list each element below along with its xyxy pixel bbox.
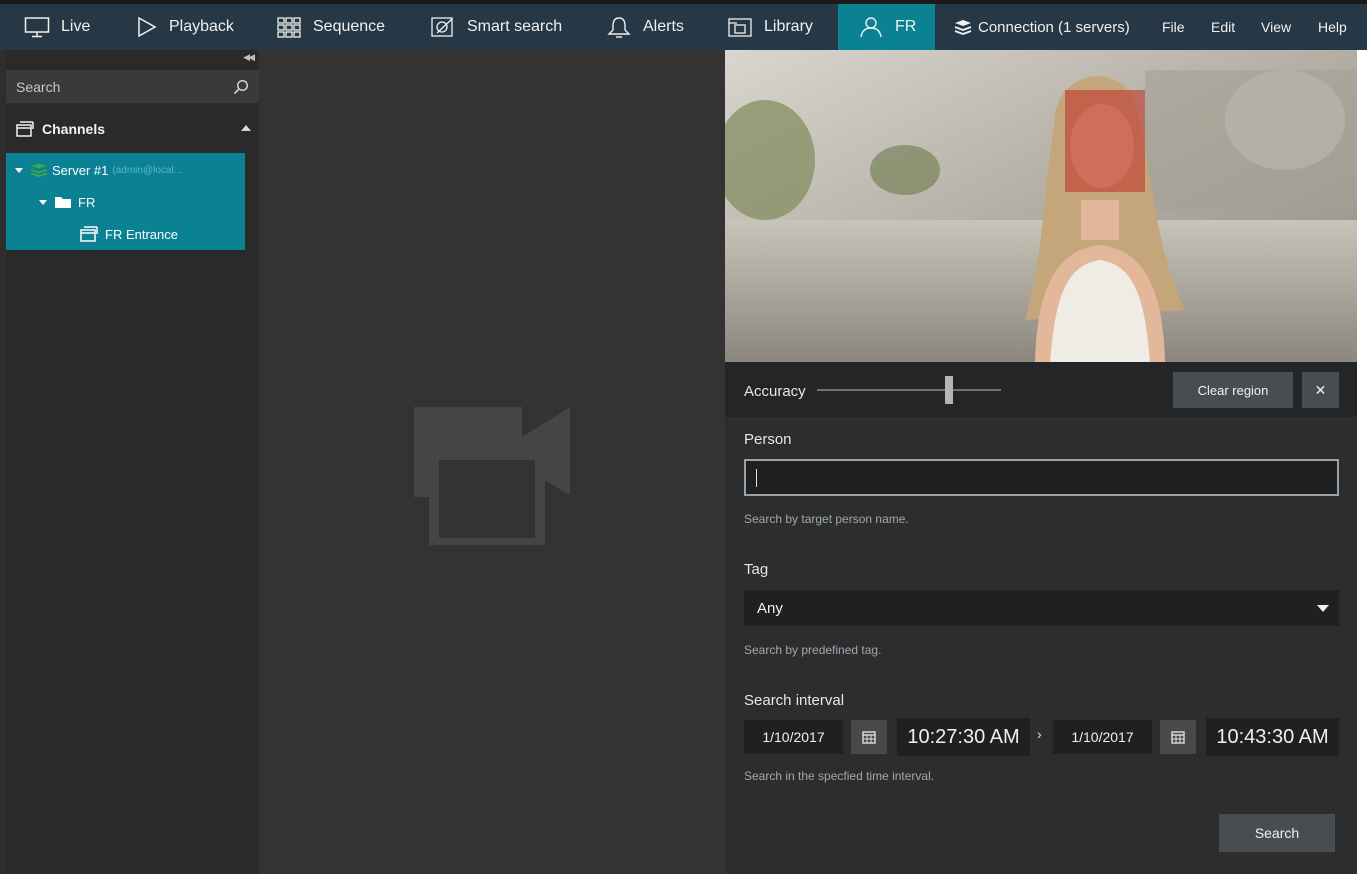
nav-smart-search[interactable]: Smart search <box>430 4 562 50</box>
play-icon <box>138 16 157 38</box>
calendar-icon <box>862 731 876 744</box>
nav-smart-search-label: Smart search <box>467 18 563 35</box>
interval-arrow-icon: › <box>1037 726 1042 742</box>
search-icon[interactable] <box>233 79 249 95</box>
app-window: Live Playback Sequence Smart search Aler… <box>0 0 1367 874</box>
expand-folder-icon[interactable] <box>39 199 47 205</box>
library-icon <box>728 18 752 37</box>
accuracy-slider[interactable] <box>817 389 1001 391</box>
top-navigation-bar: Live Playback Sequence Smart search Aler… <box>0 0 1367 50</box>
no-video-camera-icon <box>414 407 570 545</box>
accuracy-slider-handle[interactable] <box>945 376 954 404</box>
collapse-sidebar-icon[interactable]: ◀◀ <box>243 52 255 63</box>
nav-playback[interactable]: Playback <box>136 4 234 50</box>
menu-help[interactable]: Help <box>1318 4 1347 50</box>
folder-name: FR <box>78 194 96 210</box>
tag-selected-value: Any <box>757 600 783 617</box>
nav-fr-label: FR <box>895 18 917 35</box>
start-calendar-button[interactable] <box>851 720 887 754</box>
layers-icon <box>954 20 972 35</box>
camera-scene-image <box>725 50 1357 362</box>
end-date-input[interactable]: 1/10/2017 <box>1053 720 1152 754</box>
bell-icon <box>607 17 631 38</box>
monitor-icon <box>24 17 50 38</box>
tag-label: Tag <box>744 561 769 578</box>
nav-live[interactable]: Live <box>24 4 90 50</box>
text-cursor <box>756 469 757 487</box>
channels-label: Channels <box>42 121 106 137</box>
nav-playback-label: Playback <box>169 18 234 35</box>
nav-live-label: Live <box>61 18 91 35</box>
accuracy-toolbar: Accuracy Clear region ✕ <box>725 362 1357 417</box>
search-interval-label: Search interval <box>744 692 845 709</box>
channel-search-input[interactable]: Search <box>6 70 259 103</box>
nav-alerts[interactable]: Alerts <box>606 4 684 50</box>
nav-fr[interactable]: FR <box>838 4 935 50</box>
nav-alerts-label: Alerts <box>643 18 684 35</box>
channels-header[interactable]: Channels <box>6 110 259 148</box>
tag-hint: Search by predefined tag. <box>744 643 882 657</box>
face-region-box[interactable] <box>1065 90 1145 192</box>
connection-status[interactable]: Connection (1 servers) <box>954 4 1130 50</box>
menu-edit[interactable]: Edit <box>1211 4 1235 50</box>
tag-select[interactable]: Any <box>744 590 1339 626</box>
window-edge <box>1357 50 1367 874</box>
tree-folder-item[interactable]: FR <box>39 190 95 214</box>
channel-search-placeholder: Search <box>16 78 61 95</box>
person-input[interactable] <box>744 459 1339 496</box>
empty-viewport <box>259 50 725 874</box>
server-user: (admin@local... <box>112 164 182 176</box>
nav-library[interactable]: Library <box>727 4 813 50</box>
accuracy-label: Accuracy <box>744 383 806 400</box>
expand-server-icon[interactable] <box>15 167 23 173</box>
close-icon[interactable]: ✕ <box>1302 372 1339 408</box>
channel-name: FR Entrance <box>105 226 178 242</box>
chevron-down-icon[interactable] <box>1317 605 1329 612</box>
start-date-input[interactable]: 1/10/2017 <box>744 720 843 754</box>
clear-region-button[interactable]: Clear region <box>1173 372 1293 408</box>
smart-search-icon <box>431 17 453 37</box>
face-recognition-panel: Accuracy Clear region ✕ Person Search by… <box>725 50 1357 874</box>
search-button[interactable]: Search <box>1219 814 1335 852</box>
nav-sequence-label: Sequence <box>313 18 386 35</box>
tree-channel-item[interactable]: FR Entrance <box>80 222 178 246</box>
server-icon <box>30 163 48 177</box>
person-label: Person <box>744 431 792 448</box>
channels-icon <box>16 121 34 137</box>
channel-camera-icon <box>80 226 98 242</box>
start-time-input[interactable]: 10:27:30 AM <box>897 718 1030 756</box>
channel-tree: Server #1 (admin@local... FR FR Entrance <box>6 153 245 250</box>
folder-icon <box>55 197 71 208</box>
end-calendar-button[interactable] <box>1160 720 1196 754</box>
sequence-grid-icon <box>277 17 301 38</box>
server-name: Server #1 <box>52 162 109 178</box>
connection-label: Connection (1 servers) <box>978 18 1130 36</box>
tree-server-item[interactable]: Server #1 (admin@local... <box>15 158 182 182</box>
nav-library-label: Library <box>764 18 813 35</box>
camera-preview[interactable] <box>725 50 1357 362</box>
channels-sidebar: ◀◀ Search Channels Server #1 (admin@loca… <box>6 50 259 874</box>
calendar-icon <box>1171 731 1185 744</box>
nav-sequence[interactable]: Sequence <box>276 4 385 50</box>
collapse-channels-icon[interactable] <box>241 125 251 131</box>
menu-view[interactable]: View <box>1261 4 1291 50</box>
interval-hint: Search in the specfied time interval. <box>744 769 935 783</box>
person-hint: Search by target person name. <box>744 512 909 526</box>
end-time-input[interactable]: 10:43:30 AM <box>1206 718 1339 756</box>
person-icon <box>860 17 882 38</box>
menu-file[interactable]: File <box>1162 4 1185 50</box>
